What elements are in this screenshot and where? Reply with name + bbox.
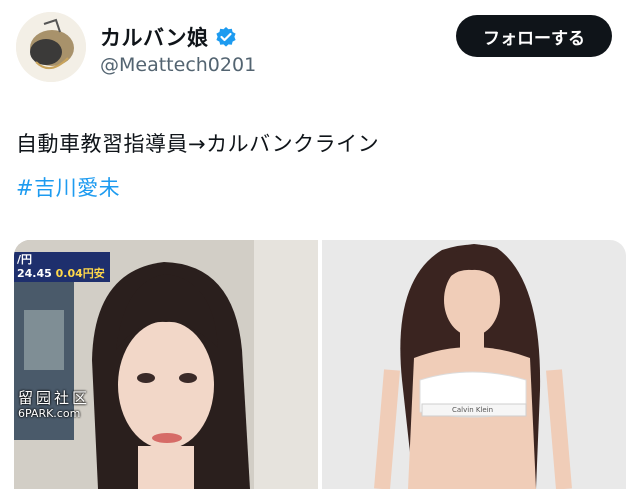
- watermark-line1: 留园社区: [18, 389, 91, 407]
- photo-right[interactable]: Calvin Klein: [322, 240, 626, 489]
- photo-right-illustration: [322, 240, 626, 489]
- avatar-illustration: [16, 12, 86, 82]
- tweet-text: 自動車教習指導員→カルバンクライン: [16, 132, 380, 156]
- media-grid: /円 24.45 0.04円安 留园社区 6PARK.com Calvin Kl…: [14, 240, 626, 489]
- watermark: 留园社区 6PARK.com: [18, 390, 90, 422]
- follow-button[interactable]: フォローする: [456, 15, 612, 57]
- hashtag-link[interactable]: #吉川愛未: [16, 172, 120, 202]
- watermark-line2: 6PARK.com: [18, 407, 81, 420]
- user-handle[interactable]: @Meattech0201: [100, 54, 256, 76]
- ticker-value: 24.45: [17, 267, 52, 280]
- verified-badge-icon: [215, 27, 236, 47]
- ticker-rate: 0.04円安: [55, 267, 105, 280]
- display-name[interactable]: カルバン娘: [100, 22, 209, 52]
- name-row: カルバン娘: [100, 22, 237, 52]
- avatar[interactable]: [16, 12, 86, 82]
- photo-left[interactable]: /円 24.45 0.04円安 留园社区 6PARK.com: [14, 240, 318, 489]
- ticker-line1: /円: [17, 253, 33, 266]
- news-ticker: /円 24.45 0.04円安: [14, 252, 110, 282]
- band-brand-text: Calvin Klein: [452, 406, 494, 414]
